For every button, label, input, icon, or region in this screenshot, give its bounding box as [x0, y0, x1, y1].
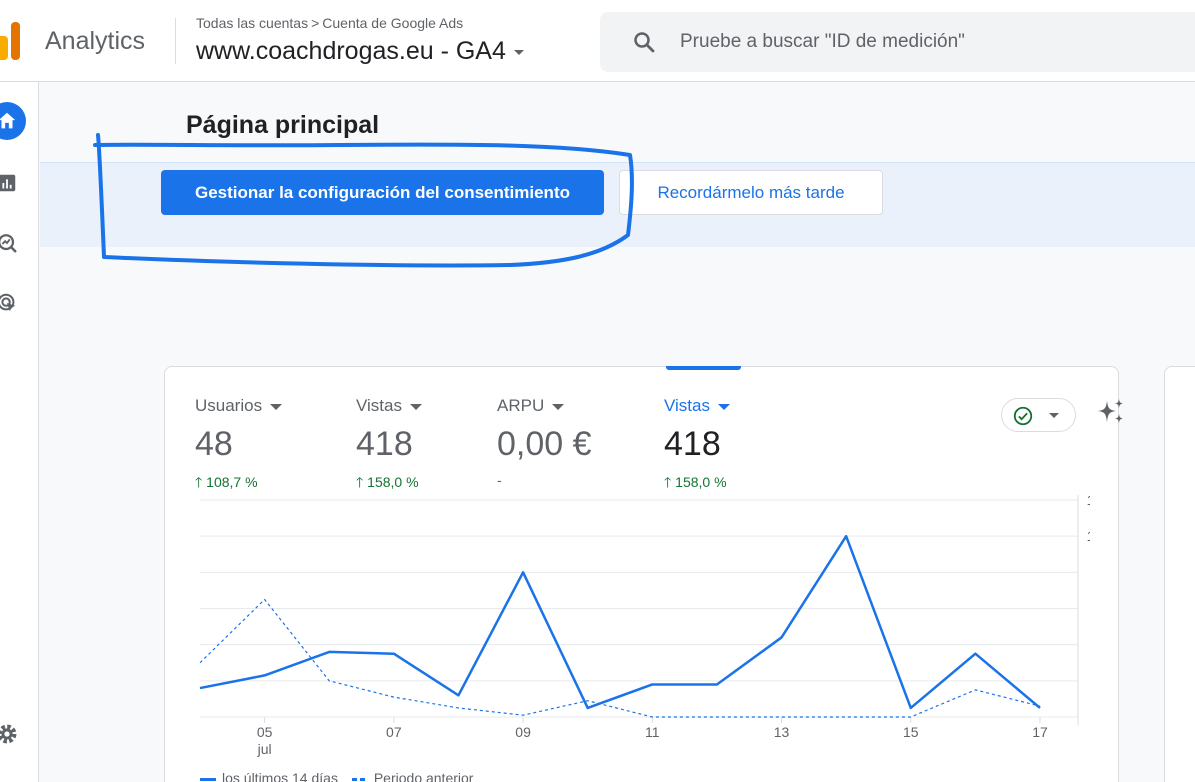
side-card	[1164, 366, 1195, 782]
property-name: www.coachdrogas.eu - GA4	[196, 37, 506, 65]
legend-swatch-solid	[200, 777, 216, 781]
x-tick-label: 05	[257, 724, 273, 740]
left-nav-rail	[0, 82, 39, 782]
manage-consent-button[interactable]: Gestionar la configuración del consentim…	[161, 170, 604, 215]
search-input[interactable]	[680, 28, 1180, 56]
active-tab-indicator	[666, 366, 741, 370]
remind-later-button[interactable]: Recordármelo más tarde	[619, 170, 883, 215]
nav-advertising[interactable]	[0, 284, 26, 322]
advertising-icon	[0, 293, 16, 312]
y-tick-label: 120	[1087, 495, 1090, 508]
arrow-up-icon: 🡑	[664, 474, 672, 490]
search-icon	[634, 32, 655, 53]
metric-label: Usuarios	[195, 396, 263, 415]
arrow-up-icon: 🡑	[356, 474, 364, 490]
metric-label: ARPU	[497, 396, 545, 415]
breadcrumb[interactable]: Todas las cuentas > Cuenta de Google Ads	[196, 15, 463, 31]
reports-icon	[0, 174, 16, 192]
x-tick-label: 07	[386, 724, 402, 740]
caret-down-icon	[552, 403, 565, 410]
data-quality-dropdown[interactable]	[1001, 398, 1076, 432]
search-box[interactable]	[600, 12, 1195, 72]
x-tick-label: 11	[645, 724, 660, 740]
metric-change: -	[497, 472, 502, 488]
caret-down-icon	[1049, 413, 1059, 418]
metric-value: 0,00 €	[497, 425, 592, 463]
nav-home[interactable]	[0, 102, 26, 140]
series-line-previous	[199, 598, 1041, 718]
home-icon	[0, 112, 16, 129]
header-divider	[175, 18, 176, 64]
nav-admin[interactable]	[0, 715, 26, 753]
arrow-up-icon: 🡑	[195, 474, 203, 490]
caret-down-icon	[513, 49, 524, 55]
metric-value: 418	[664, 425, 721, 463]
caret-down-icon	[410, 403, 422, 410]
metric-vistas-active[interactable]: Vistas 418 🡑 158,0 %	[664, 396, 730, 496]
top-bar: Analytics Todas las cuentas > Cuenta de Go…	[0, 0, 1195, 82]
y-tick-label: 100	[1087, 528, 1090, 544]
x-tick-label: 17	[1032, 724, 1048, 740]
nav-reports[interactable]	[0, 164, 26, 202]
x-tick-label: 09	[515, 724, 531, 740]
page-title: Página principal	[186, 111, 380, 139]
legend-previous: Periodo anterior	[373, 770, 474, 782]
metric-change: 158,0 %	[675, 474, 727, 490]
sparkle-insights-icon[interactable]	[1096, 397, 1126, 427]
metric-value: 48	[195, 425, 233, 463]
x-tick-sublabel: jul	[257, 741, 272, 757]
app-name: Analytics	[45, 27, 146, 55]
settings-icon	[0, 724, 17, 744]
metric-vistas[interactable]: Vistas 418 🡑 158,0 %	[356, 396, 422, 496]
caret-down-icon	[718, 403, 730, 410]
chart-legend: los últimos 14 días Periodo anterior	[200, 770, 473, 782]
metric-usuarios[interactable]: Usuarios 48 🡑 108,7 %	[195, 396, 283, 496]
check-circle-icon	[1013, 406, 1033, 426]
metric-label: Vistas	[664, 396, 710, 415]
x-tick-label: 13	[774, 724, 790, 740]
views-line-chart: 120100806040200 05jul070911131517	[199, 495, 1090, 757]
caret-down-icon	[270, 403, 283, 410]
legend-current: los últimos 14 días	[222, 770, 338, 782]
metric-label: Vistas	[356, 396, 402, 415]
metric-change: 158,0 %	[367, 474, 419, 490]
breadcrumb-all-accounts[interactable]: Todas las cuentas	[196, 15, 308, 31]
metric-value: 418	[356, 425, 413, 463]
breadcrumb-account[interactable]: Cuenta de Google Ads	[322, 15, 463, 31]
property-selector[interactable]: www.coachdrogas.eu - GA4	[196, 37, 524, 66]
chevron-right-icon: >	[311, 15, 320, 31]
legend-swatch-dashed	[351, 777, 368, 781]
metric-change: 108,7 %	[206, 474, 258, 490]
explore-icon	[0, 234, 17, 253]
x-tick-label: 15	[903, 724, 919, 740]
metric-arpu[interactable]: ARPU 0,00 € -	[497, 396, 592, 488]
series-line-current	[199, 534, 1041, 710]
analytics-logo-icon[interactable]	[0, 22, 22, 60]
nav-explore[interactable]	[0, 224, 26, 262]
